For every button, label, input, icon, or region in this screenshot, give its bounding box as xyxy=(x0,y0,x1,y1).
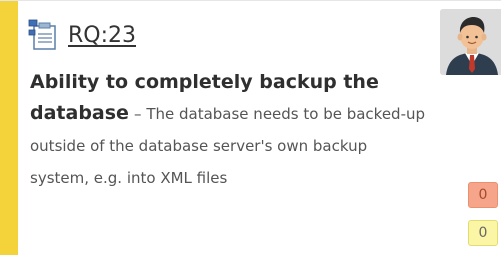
count-badge-red[interactable]: 0 xyxy=(468,182,498,208)
requirement-card: RQ:23 Ability to completely backup the d… xyxy=(0,0,501,255)
owner-avatar[interactable] xyxy=(440,9,501,75)
requirement-id-link[interactable]: RQ:23 xyxy=(68,23,136,48)
card-header: RQ:23 xyxy=(28,15,136,55)
requirement-body: Ability to completely backup the databas… xyxy=(30,67,430,194)
status-accent-bar xyxy=(0,1,18,255)
user-avatar-icon xyxy=(440,9,501,75)
count-badge-yellow[interactable]: 0 xyxy=(468,220,498,246)
title-separator: – xyxy=(134,105,147,123)
requirement-tree-icon xyxy=(28,19,58,51)
